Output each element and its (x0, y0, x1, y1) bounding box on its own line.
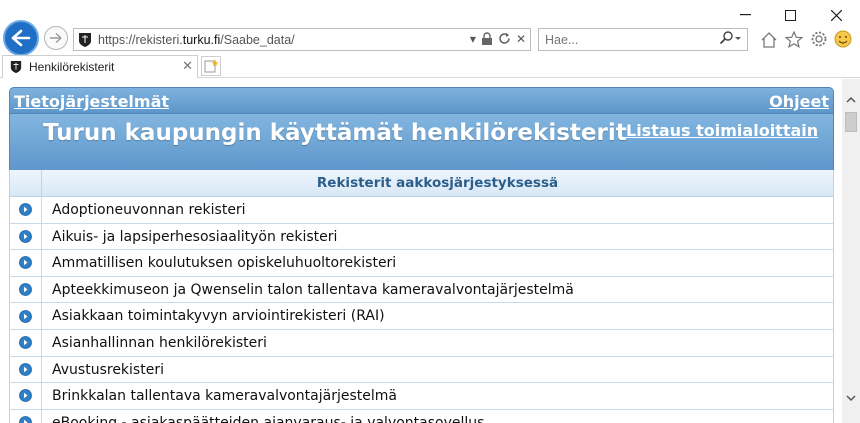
table-row[interactable]: eBooking - asiakaspäätteiden ajanvaraus-… (10, 409, 833, 423)
url-text: https://rekisteri.turku.fi/Saabe_data/ (98, 32, 295, 47)
row-icon-cell (10, 356, 42, 383)
arrow-bullet-icon[interactable] (19, 203, 32, 217)
register-link[interactable]: Apteekkimuseon ja Qwenselin talon tallen… (42, 277, 833, 303)
tab-title: Henkilörekisterit (29, 60, 115, 74)
row-icon-cell (10, 329, 42, 356)
site-crest-icon (10, 61, 22, 73)
back-button[interactable] (3, 20, 39, 56)
row-icon-cell (10, 223, 42, 250)
arrow-bullet-icon[interactable] (19, 229, 32, 243)
table-row[interactable]: Brinkkalan tallentava kameravalvontajärj… (10, 383, 833, 410)
close-window-icon[interactable] (826, 6, 846, 24)
table-row[interactable]: Adoptioneuvonnan rekisteri (10, 197, 833, 224)
register-link[interactable]: Adoptioneuvonnan rekisteri (42, 197, 833, 223)
register-link[interactable]: Brinkkalan tallentava kameravalvontajärj… (42, 383, 833, 409)
arrow-left-icon (11, 29, 31, 47)
gear-icon[interactable] (809, 29, 829, 49)
forward-button[interactable] (44, 26, 68, 50)
page-header: Turun kaupungin käyttämät henkilörekiste… (9, 114, 834, 170)
maximize-icon[interactable] (780, 6, 800, 24)
table-heading: Rekisterit aakkosjärjestyksessä (316, 175, 559, 191)
search-icon[interactable] (719, 31, 741, 48)
vertical-scrollbar[interactable] (842, 79, 860, 423)
table-row[interactable]: Asiakkaan toimintakyvyn arviointirekiste… (10, 303, 833, 330)
tietojarjestelmat-link[interactable]: Tietojärjestelmät (14, 92, 169, 111)
tab-henkilorekisterit[interactable]: Henkilörekisterit ✕ (2, 55, 198, 78)
page-viewport: Tietojärjestelmät Ohjeet Turun kaupungin… (0, 79, 842, 423)
row-icon-cell (10, 303, 42, 329)
register-link[interactable]: Aikuis- ja lapsiperhesosiaalityön rekist… (42, 224, 833, 250)
scroll-down-icon[interactable] (842, 390, 860, 406)
table-body: Adoptioneuvonnan rekisteri Aikuis- ja lap… (10, 197, 833, 423)
top-nav-bar: Tietojärjestelmät Ohjeet (9, 87, 834, 114)
arrow-bullet-icon[interactable] (19, 336, 32, 350)
arrow-bullet-icon[interactable] (19, 389, 32, 403)
register-link[interactable]: Avustusrekisteri (42, 357, 833, 383)
register-table: Rekisterit aakkosjärjestyksessä Adoption… (9, 170, 834, 423)
smiley-feedback-icon[interactable] (833, 29, 853, 49)
browser-toolbar: https://rekisteri.turku.fi/Saabe_data/ ▾… (0, 0, 860, 56)
listaus-toimialoittain-link[interactable]: Listaus toimialoittain (626, 121, 818, 140)
tab-close-icon[interactable]: ✕ (182, 59, 193, 74)
table-row[interactable]: Apteekkimuseon ja Qwenselin talon tallen… (10, 276, 833, 304)
new-tab-icon (204, 59, 218, 73)
table-header: Rekisterit aakkosjärjestyksessä (10, 170, 833, 197)
minimize-icon[interactable] (735, 6, 755, 24)
address-bar[interactable]: https://rekisteri.turku.fi/Saabe_data/ ▾… (73, 28, 531, 51)
dropdown-icon[interactable]: ▾ (470, 32, 476, 46)
tab-strip: Henkilörekisterit ✕ (0, 55, 860, 78)
row-icon-cell (10, 197, 42, 223)
register-link[interactable]: Asiakkaan toimintakyvyn arviointirekiste… (42, 303, 833, 329)
scroll-thumb[interactable] (845, 112, 857, 132)
arrow-bullet-icon[interactable] (19, 362, 32, 376)
scroll-up-icon[interactable] (842, 91, 860, 107)
arrow-bullet-icon[interactable] (19, 416, 32, 423)
home-icon[interactable] (759, 29, 779, 49)
refresh-icon[interactable] (498, 32, 511, 45)
arrow-right-icon (50, 32, 62, 44)
table-row[interactable]: Aikuis- ja lapsiperhesosiaalityön rekist… (10, 223, 833, 251)
lock-icon (481, 32, 492, 45)
register-link[interactable]: eBooking - asiakaspäätteiden ajanvaraus-… (42, 410, 833, 423)
row-icon-cell (10, 383, 42, 409)
table-row[interactable]: Ammatillisen koulutuksen opiskeluhuoltor… (10, 250, 833, 277)
table-row[interactable]: Asianhallinnan henkilörekisteri (10, 329, 833, 357)
register-link[interactable]: Asianhallinnan henkilörekisteri (42, 330, 833, 356)
arrow-bullet-icon[interactable] (19, 256, 32, 270)
page-title: Turun kaupungin käyttämät henkilörekiste… (43, 120, 627, 146)
search-input[interactable] (545, 32, 705, 47)
row-icon-cell (10, 409, 42, 423)
table-row[interactable]: Avustusrekisteri (10, 356, 833, 384)
row-icon-cell (10, 276, 42, 303)
ohjeet-link[interactable]: Ohjeet (769, 92, 829, 111)
arrow-bullet-icon[interactable] (19, 283, 32, 296)
new-tab-button[interactable] (201, 56, 221, 76)
site-crest-icon (79, 32, 91, 47)
arrow-bullet-icon[interactable] (19, 309, 32, 323)
favorites-star-icon[interactable] (784, 29, 804, 49)
close-icon[interactable]: ✕ (516, 32, 526, 46)
row-icon-cell (10, 250, 42, 276)
table-header-icon-cell (10, 170, 42, 196)
search-box[interactable] (538, 28, 748, 51)
register-link[interactable]: Ammatillisen koulutuksen opiskeluhuoltor… (42, 250, 833, 276)
